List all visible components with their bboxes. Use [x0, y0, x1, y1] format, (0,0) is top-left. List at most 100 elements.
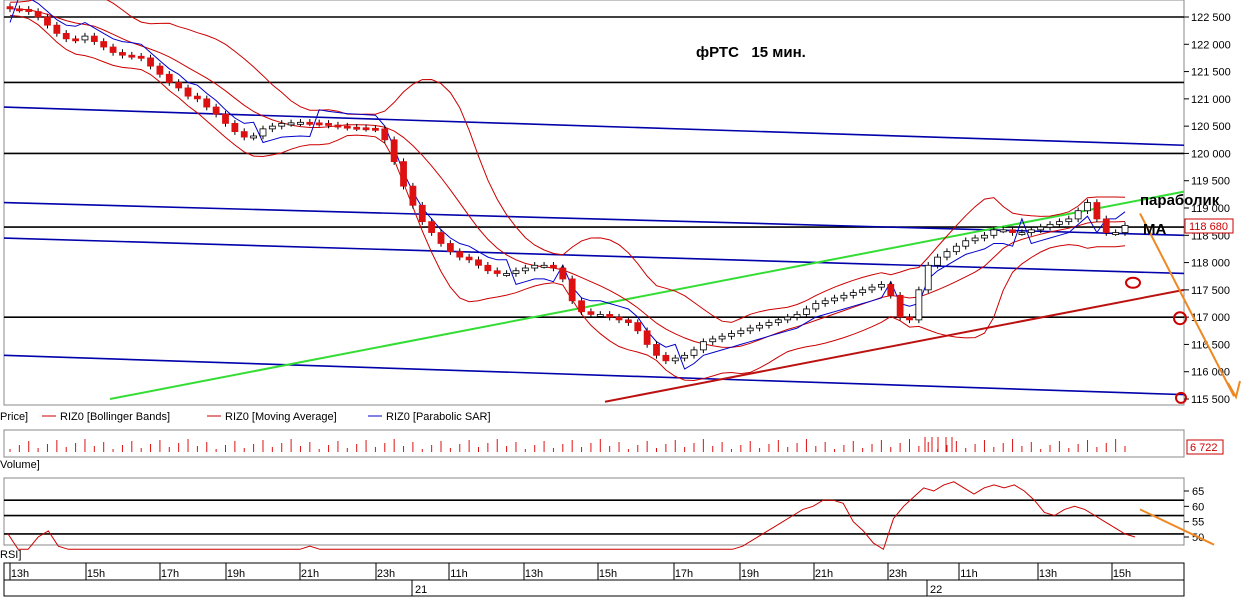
candle-up	[1074, 210, 1082, 220]
rsi-label: RSI]	[0, 549, 21, 561]
candle-up	[831, 297, 838, 302]
candle-up	[915, 289, 923, 321]
candle-down	[390, 139, 398, 163]
time-tick-label: 13h	[11, 568, 29, 580]
candle-down	[100, 41, 108, 48]
candle-down	[137, 55, 145, 59]
candle-down	[437, 232, 445, 244]
candle-down	[1093, 202, 1101, 220]
candle-up	[737, 330, 745, 334]
candle-down	[906, 316, 913, 321]
candle-down	[62, 32, 70, 40]
candle-up	[278, 123, 286, 127]
rsi-tick-label: 60	[1192, 501, 1204, 513]
candle-up	[1018, 232, 1026, 235]
candle-up	[971, 237, 979, 242]
candle-down	[147, 57, 154, 67]
candle-up	[521, 267, 529, 272]
candle-up	[877, 283, 885, 288]
candle-down	[475, 259, 482, 266]
candle-down	[325, 123, 332, 126]
rsi-tick-label: 65	[1192, 486, 1204, 498]
candle-down	[662, 354, 670, 362]
candle-down	[372, 127, 379, 131]
trading-chart: 122 500 122 000 121 500 121 000 120 500 120 0…	[0, 0, 1241, 597]
price-panel	[3, 0, 1185, 406]
candle-up	[812, 303, 820, 310]
candle-down	[1102, 218, 1110, 233]
candle-up	[699, 341, 707, 351]
candle-down	[653, 344, 660, 356]
candle-up	[999, 229, 1007, 233]
time-tick-label: 17h	[675, 568, 693, 580]
time-tick-label: 15h	[1113, 568, 1131, 580]
price-tick-label: 117 500	[1191, 285, 1230, 297]
candle-down	[240, 131, 248, 138]
price-tick-label: 121 500	[1191, 67, 1231, 79]
candle-up	[287, 122, 295, 126]
time-tick-label: 13h	[525, 568, 543, 580]
time-tick-label: 19h	[227, 568, 245, 580]
candle-up	[821, 300, 829, 304]
candle-down	[25, 8, 33, 12]
time-tick-label: 11h	[450, 568, 468, 580]
candle-up	[540, 264, 548, 268]
candle-down	[184, 87, 192, 97]
candle-up	[681, 354, 689, 359]
candle-up	[943, 251, 951, 258]
candle-up	[596, 314, 604, 317]
candle-up	[784, 316, 792, 321]
price-tick-label: 122 500	[1191, 12, 1231, 24]
candle-up	[765, 322, 773, 326]
legend-price: Price]	[0, 411, 28, 423]
time-tick-label: 17h	[161, 568, 179, 580]
volume-label: Volume]	[0, 459, 40, 471]
candle-up	[297, 121, 304, 125]
candle-down	[128, 54, 136, 58]
candle-up	[259, 128, 267, 137]
candle-up	[840, 294, 848, 299]
time-tick-label: 21h	[301, 568, 319, 580]
candle-down	[606, 314, 614, 318]
candle-down	[175, 82, 183, 89]
candle-up	[718, 335, 726, 340]
candle-down	[418, 204, 426, 223]
legend-parabolic-sar: RIZ0 [Parabolic SAR]	[386, 411, 491, 423]
rsi-panel	[3, 477, 1185, 546]
candle-up	[1112, 232, 1120, 235]
candle-up	[671, 357, 679, 362]
candle-down	[44, 16, 51, 26]
candle-down	[643, 330, 651, 345]
candle-down	[53, 24, 61, 34]
price-axis: 122 500 122 000 121 500 121 000 120 500 120 0…	[1184, 12, 1231, 406]
candle-down	[400, 161, 407, 187]
candle-down	[334, 124, 342, 128]
time-tick-label: 13h	[1039, 568, 1057, 580]
candle-up	[268, 125, 276, 130]
chart-title: фРТС 15 мин.	[696, 44, 806, 61]
price-tick-label: 121 000	[1191, 94, 1231, 106]
candle-down	[193, 95, 201, 100]
day-label: 22	[930, 584, 942, 596]
candle-down	[381, 128, 389, 141]
candle-up	[952, 245, 960, 253]
candle-up	[531, 264, 539, 269]
candle-up	[1065, 218, 1073, 223]
candle-down	[578, 300, 585, 313]
candle-down	[72, 38, 79, 42]
candle-down	[428, 221, 436, 233]
candle-up	[746, 327, 754, 332]
candle-down	[409, 185, 417, 206]
candle-down	[119, 52, 126, 56]
candle-down	[887, 283, 895, 296]
candle-up	[709, 338, 717, 343]
candle-down	[625, 319, 632, 324]
candle-up	[756, 324, 763, 329]
time-tick-label: 23h	[889, 568, 907, 580]
candle-down	[109, 46, 117, 53]
candle-up	[728, 333, 735, 337]
candle-up	[990, 229, 998, 236]
price-tick-label: 115 500	[1191, 394, 1230, 406]
candle-up	[512, 270, 520, 274]
candle-down	[615, 316, 623, 321]
